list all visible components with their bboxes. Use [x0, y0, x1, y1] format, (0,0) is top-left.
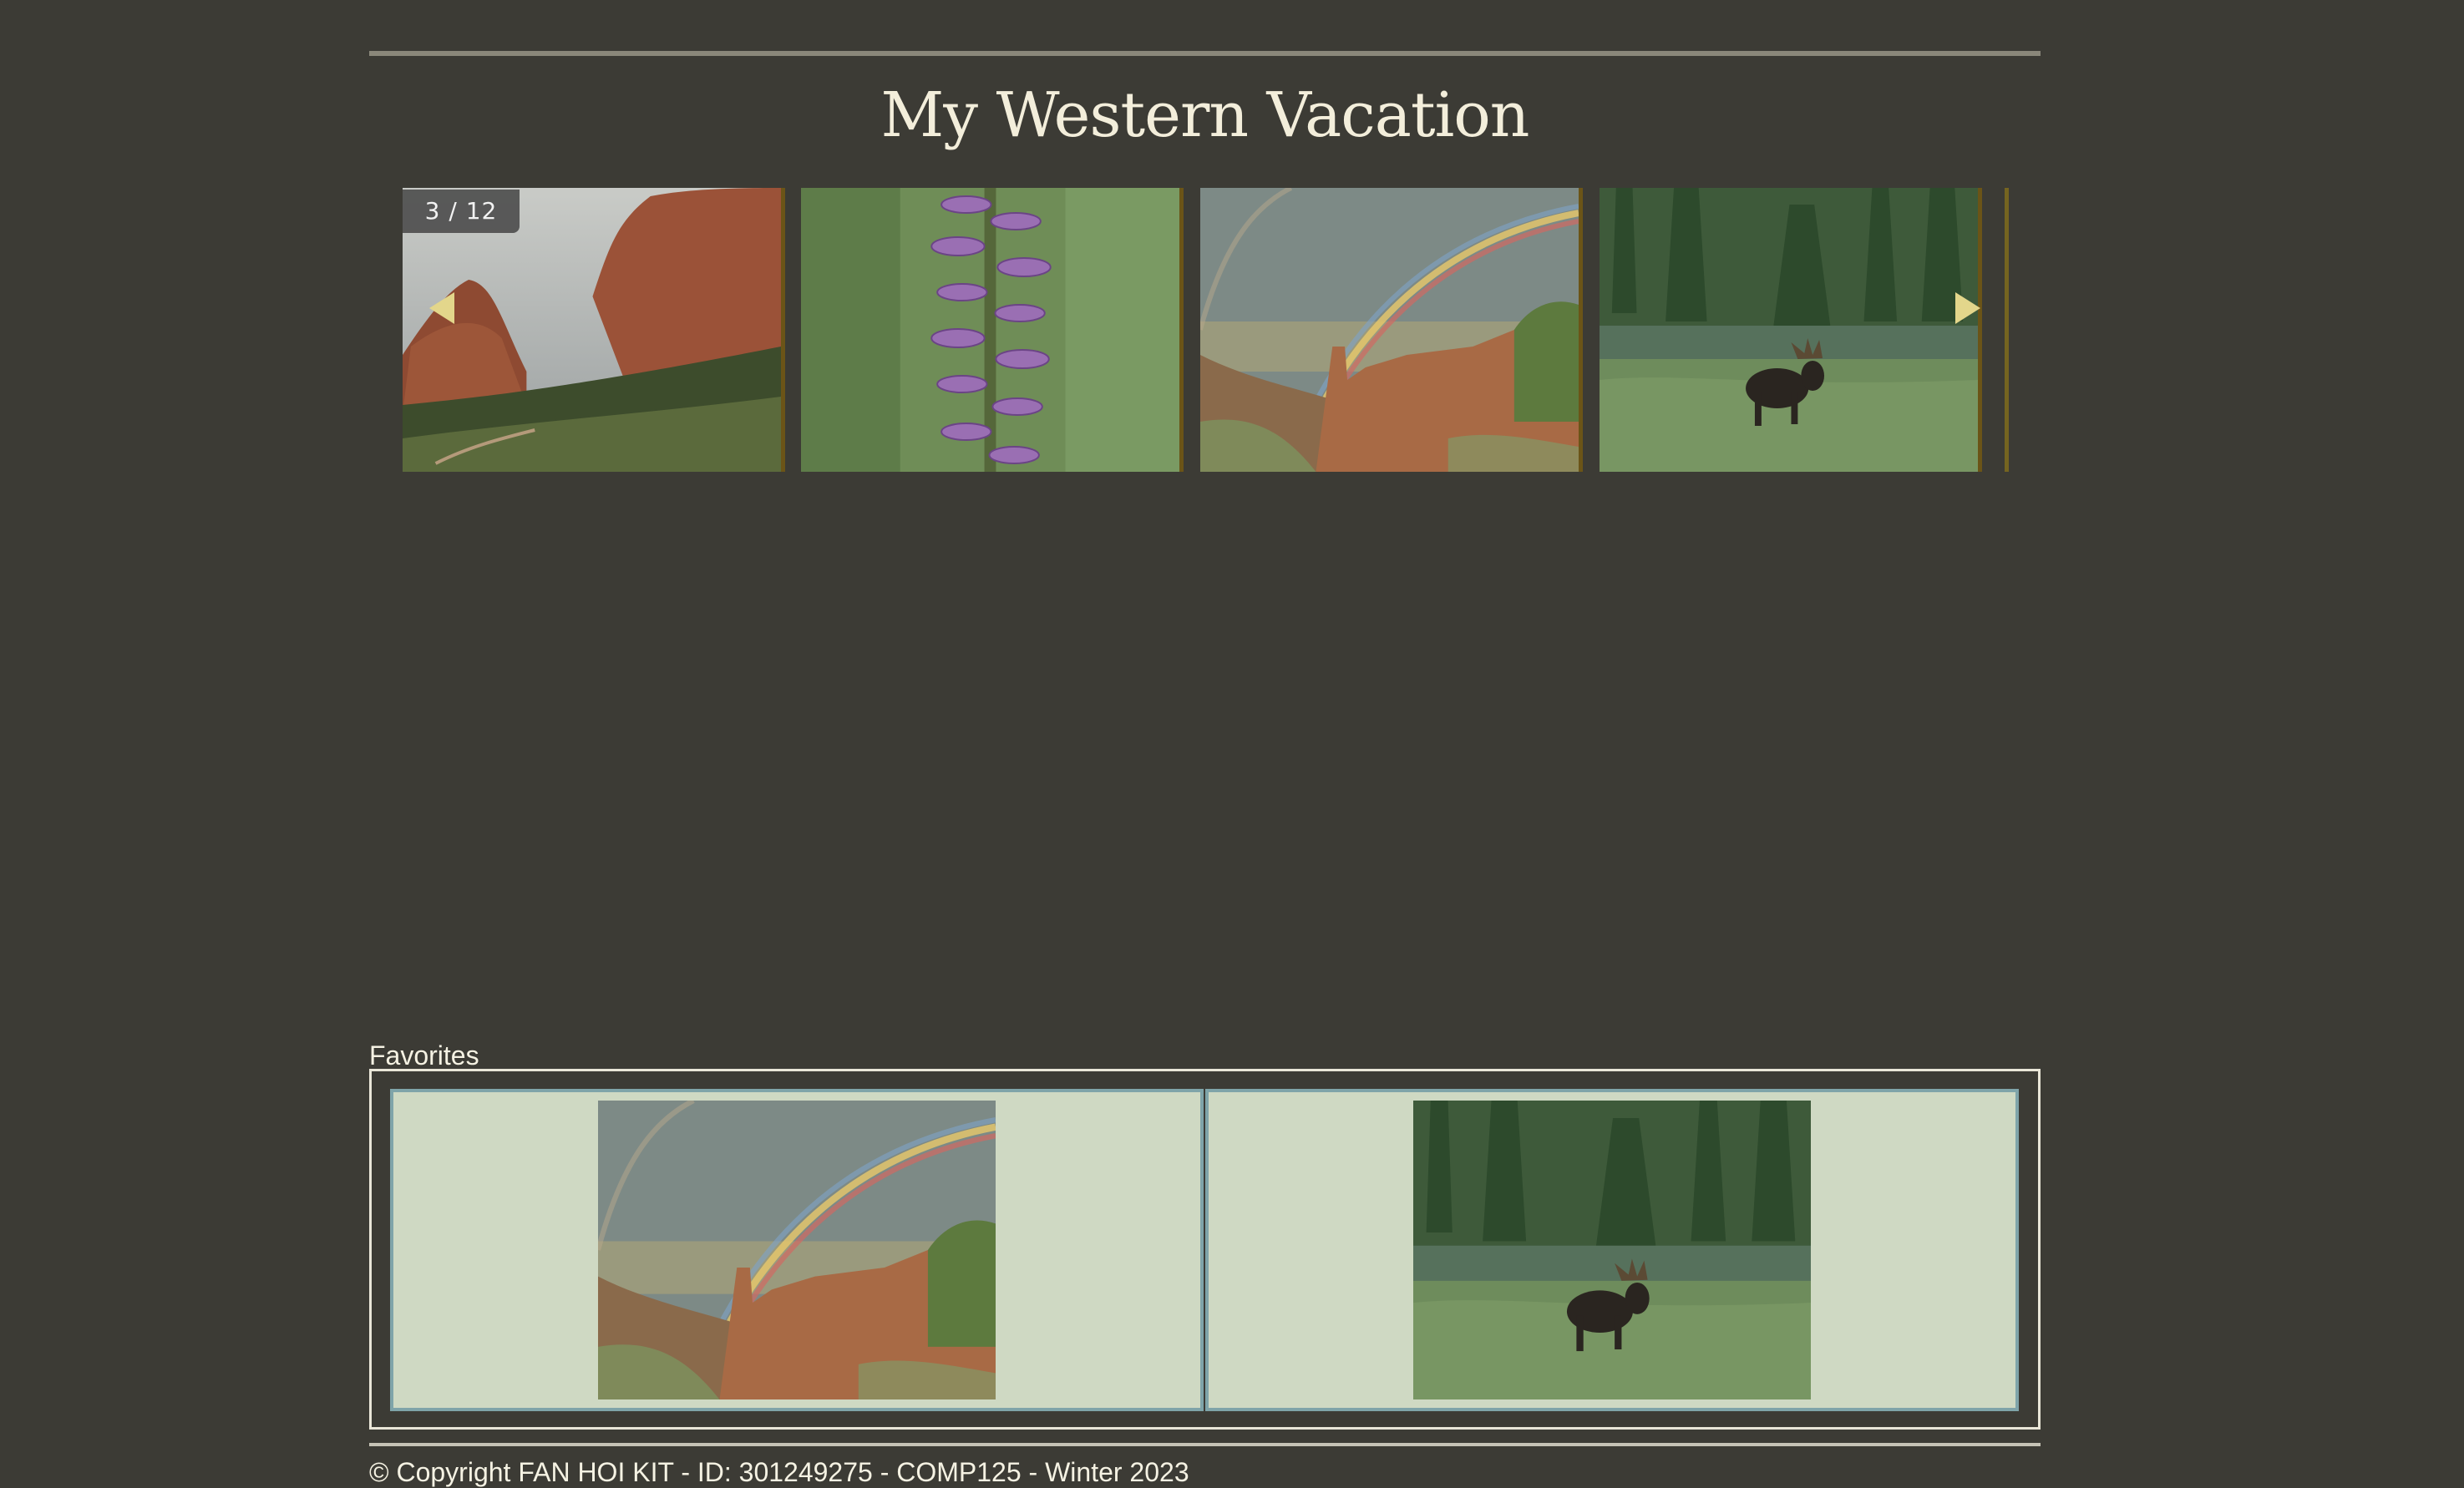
footer-divider — [369, 1443, 2041, 1446]
orchid-photo — [801, 188, 1179, 472]
favorite-cell-moose[interactable] — [1205, 1089, 2019, 1411]
page-title: My Western Vacation — [880, 79, 1530, 151]
next-slide-edge — [2005, 188, 2009, 472]
favorites-label: Favorites — [369, 1040, 479, 1070]
slide-counter: 3 / 12 — [403, 190, 520, 233]
moose-thumbnail — [1413, 1101, 1811, 1399]
favorite-rainbow-image[interactable] — [598, 1101, 996, 1399]
slide-rainbow — [1200, 188, 1583, 472]
slide-orchid — [801, 188, 1184, 472]
slide-moose — [1600, 188, 1982, 472]
favorites-panel — [369, 1069, 2041, 1430]
chevron-left-icon[interactable] — [429, 292, 454, 324]
rainbow-photo — [1200, 188, 1579, 472]
header-divider — [369, 51, 2041, 56]
page: My Western Vacation 3 / 12 Favorites © C… — [0, 0, 2464, 1488]
rainbow-thumbnail — [598, 1101, 996, 1399]
favorite-moose-image[interactable] — [1413, 1101, 1811, 1399]
favorite-cell-rainbow[interactable] — [390, 1089, 1204, 1411]
copyright-footer: © Copyright FAN HOI KIT - ID: 301249275 … — [369, 1457, 1189, 1487]
photo-slideshow — [403, 188, 2009, 472]
chevron-right-icon[interactable] — [1955, 292, 1980, 324]
moose-photo — [1600, 188, 1978, 472]
